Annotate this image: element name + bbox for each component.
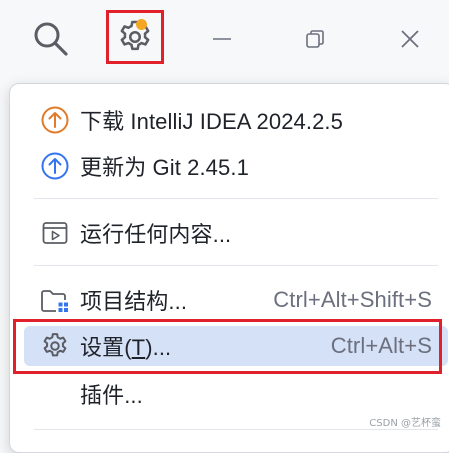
- download-update-icon: [38, 103, 72, 137]
- menu-separator: [34, 198, 438, 199]
- title-bar: [0, 0, 449, 80]
- gear-icon: [38, 329, 72, 363]
- settings-popup-menu: 下载 IntelliJ IDEA 2024.2.5 更新为 Git 2.45.1…: [9, 83, 449, 453]
- menu-separator: [34, 429, 438, 430]
- menu-item-shortcut: Ctrl+Alt+S: [330, 333, 432, 358]
- update-git-icon: [38, 149, 72, 183]
- run-anything-icon: [38, 216, 72, 250]
- menu-item-label: 插件...: [80, 383, 143, 408]
- menu-item-update-git[interactable]: 更新为 Git 2.45.1: [24, 146, 448, 186]
- notification-dot: [136, 19, 147, 30]
- menu-item-label: 下载 IntelliJ IDEA 2024.2.5: [80, 109, 343, 134]
- settings-button[interactable]: [106, 10, 164, 64]
- search-icon: [34, 22, 68, 56]
- minimize-button[interactable]: [200, 14, 244, 64]
- menu-item-label: 更新为 Git 2.45.1: [80, 155, 249, 180]
- menu-item-label: 项目结构...: [80, 289, 188, 314]
- menu-item-plugins[interactable]: 插件...: [24, 374, 448, 414]
- menu-item-shortcut: Ctrl+Alt+Shift+S: [273, 287, 432, 312]
- watermark: CSDN @艺杯蛮: [369, 418, 441, 429]
- menu-item-project-structure[interactable]: 项目结构... Ctrl+Alt+Shift+S: [24, 280, 448, 320]
- menu-item-label: 运行任何内容...: [80, 222, 232, 247]
- menu-separator: [34, 265, 438, 266]
- restore-button[interactable]: [293, 14, 337, 64]
- close-icon: [401, 30, 419, 48]
- project-structure-icon: [38, 283, 72, 317]
- search-button[interactable]: [26, 14, 76, 64]
- menu-item-run-anything[interactable]: 运行任何内容...: [24, 213, 448, 253]
- menu-item-label: 设置(T)...: [80, 330, 171, 362]
- label-prefix: 设置(: [80, 335, 132, 360]
- menu-item-settings[interactable]: 设置(T)... Ctrl+Alt+S: [24, 326, 448, 366]
- close-button[interactable]: [388, 14, 432, 64]
- mnemonic-key: T: [131, 335, 146, 360]
- minimize-icon: [213, 38, 231, 40]
- label-suffix: )...: [145, 335, 172, 360]
- restore-icon: [306, 30, 324, 48]
- gear-icon: [120, 20, 150, 51]
- menu-item-download-ide-update[interactable]: 下载 IntelliJ IDEA 2024.2.5: [24, 100, 448, 140]
